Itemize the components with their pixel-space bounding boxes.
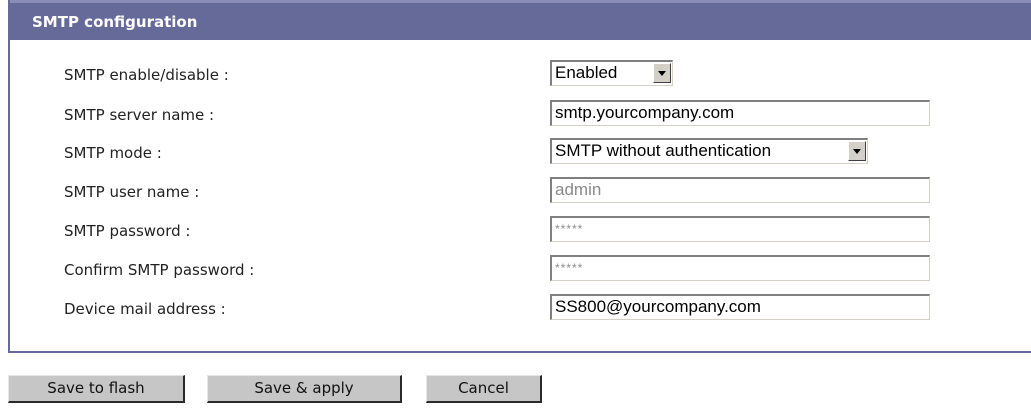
panel-header: SMTP configuration — [10, 0, 1031, 40]
dropdown-arrow-icon[interactable] — [848, 141, 866, 161]
row-smtp-server: SMTP server name : smtp.yourcompany.com — [10, 97, 1031, 133]
dropdown-arrow-icon[interactable] — [653, 63, 671, 83]
panel-title: SMTP configuration — [32, 13, 198, 31]
smtp-mode-label: SMTP mode : — [64, 144, 162, 162]
row-smtp-mode: SMTP mode : SMTP without authentication — [10, 135, 1031, 171]
smtp-user-label: SMTP user name : — [64, 183, 200, 201]
smtp-server-label: SMTP server name : — [64, 106, 215, 124]
row-device-mail: Device mail address : SS800@yourcompany.… — [10, 291, 1031, 327]
row-smtp-user: SMTP user name : admin — [10, 174, 1031, 210]
device-mail-input[interactable]: SS800@yourcompany.com — [550, 294, 930, 320]
smtp-password-label: SMTP password : — [64, 222, 191, 240]
smtp-password-input[interactable]: ***** — [550, 216, 930, 242]
smtp-enable-label: SMTP enable/disable : — [64, 66, 229, 84]
row-smtp-enable: SMTP enable/disable : Enabled — [10, 57, 1031, 93]
confirm-password-input[interactable]: ***** — [550, 255, 930, 281]
smtp-enable-value: Enabled — [555, 63, 618, 82]
row-confirm-password: Confirm SMTP password : ***** — [10, 252, 1031, 288]
smtp-server-input[interactable]: smtp.yourcompany.com — [550, 100, 930, 126]
smtp-user-input[interactable]: admin — [550, 177, 930, 203]
smtp-config-panel: SMTP configuration SMTP enable/disable :… — [8, 0, 1031, 353]
save-and-apply-button[interactable]: Save & apply — [207, 375, 402, 403]
save-to-flash-button[interactable]: Save to flash — [8, 375, 185, 403]
smtp-enable-select[interactable]: Enabled — [550, 60, 673, 86]
row-smtp-password: SMTP password : ***** — [10, 213, 1031, 249]
cancel-button[interactable]: Cancel — [426, 375, 542, 403]
smtp-mode-select[interactable]: SMTP without authentication — [550, 138, 868, 164]
confirm-password-label: Confirm SMTP password : — [64, 261, 255, 279]
smtp-mode-value: SMTP without authentication — [555, 141, 772, 160]
device-mail-label: Device mail address : — [64, 300, 226, 318]
